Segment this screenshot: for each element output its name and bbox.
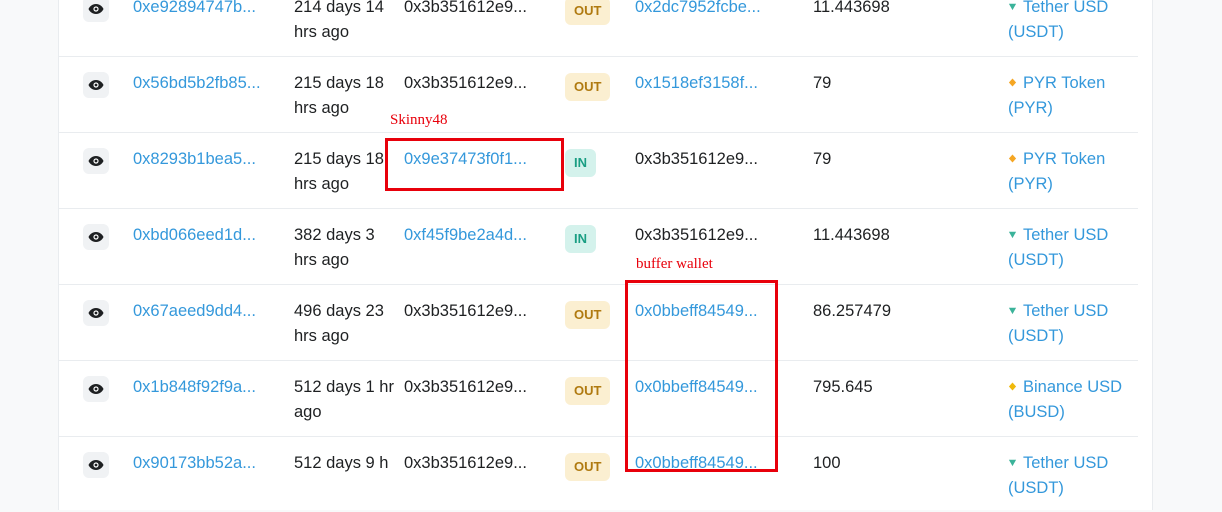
token-link[interactable]: PYR Token (PYR): [1008, 71, 1138, 121]
txn-age: 215 days 18 hrs ago: [294, 74, 384, 117]
annotation-box-buffer-wallet: [625, 280, 778, 472]
txn-hash-link[interactable]: 0x8293b1bea5...: [133, 147, 256, 172]
view-details-eye-icon[interactable]: [83, 148, 109, 174]
token-link[interactable]: Binance USD (BUSD): [1008, 375, 1138, 425]
to-address[interactable]: 0x1518ef3158f...: [635, 71, 758, 96]
from-address: 0x3b351612e9...: [404, 302, 527, 320]
pyr-icon: [1008, 154, 1017, 163]
direction-badge: OUT: [565, 0, 611, 25]
table-row: 0xe92894747b... 214 days 14 hrs ago 0x3b…: [58, 0, 1138, 57]
annotation-label-buffer-wallet: buffer wallet: [636, 256, 713, 272]
annotation-box-skinny48: [385, 138, 564, 191]
txn-age: 214 days 14 hrs ago: [294, 0, 384, 41]
from-address: 0x3b351612e9...: [404, 378, 527, 396]
table-row: 0xbd066eed1d... 382 days 3 hrs ago 0xf45…: [58, 209, 1138, 285]
tether-icon: [1008, 459, 1017, 467]
token-transfers-table: 0xe92894747b... 214 days 14 hrs ago 0x3b…: [58, 0, 1138, 512]
transfer-value: 11.443698: [813, 0, 890, 16]
txn-age: 382 days 3 hrs ago: [294, 226, 375, 269]
view-details-eye-icon[interactable]: [83, 224, 109, 250]
txn-hash-link[interactable]: 0x67aeed9dd4...: [133, 299, 256, 324]
transfer-value: 86.257479: [813, 302, 891, 320]
view-details-eye-icon[interactable]: [83, 0, 109, 22]
pyr-icon: [1008, 78, 1017, 87]
transfer-value: 79: [813, 74, 832, 92]
transfer-value: 11.443698: [813, 226, 890, 244]
txn-hash-link[interactable]: 0xe92894747b...: [133, 0, 256, 20]
annotation-label-skinny48: Skinny48: [390, 112, 448, 128]
direction-badge: OUT: [565, 453, 611, 481]
transfer-value: 100: [813, 454, 841, 472]
view-details-eye-icon[interactable]: [83, 452, 109, 478]
table-row: 0x8293b1bea5... 215 days 18 hrs ago 0x9e…: [58, 133, 1138, 209]
token-link[interactable]: Tether USD (USDT): [1008, 451, 1138, 501]
from-address: 0x3b351612e9...: [404, 74, 527, 92]
token-name: Tether USD (USDT): [1008, 302, 1109, 345]
token-link[interactable]: Tether USD (USDT): [1008, 0, 1138, 45]
view-details-eye-icon[interactable]: [83, 300, 109, 326]
token-name: PYR Token (PYR): [1008, 150, 1106, 193]
tether-icon: [1008, 231, 1017, 239]
to-address: 0x3b351612e9...: [635, 150, 758, 168]
txn-age: 215 days 18 hrs ago: [294, 150, 384, 193]
from-address[interactable]: 0xf45f9be2a4d...: [404, 223, 527, 248]
direction-badge: OUT: [565, 377, 611, 405]
token-name: Binance USD (BUSD): [1008, 378, 1123, 421]
token-link[interactable]: Tether USD (USDT): [1008, 299, 1138, 349]
to-address: 0x3b351612e9...: [635, 226, 758, 244]
token-name: Tether USD (USDT): [1008, 0, 1109, 41]
tether-icon: [1008, 307, 1017, 315]
table-row: 0x90173bb52a... 512 days 9 h 0x3b351612e…: [58, 437, 1138, 512]
view-details-eye-icon[interactable]: [83, 376, 109, 402]
token-name: Tether USD (USDT): [1008, 226, 1109, 269]
txn-hash-link[interactable]: 0x90173bb52a...: [133, 451, 256, 476]
direction-badge: IN: [565, 225, 596, 253]
transfer-value: 795.645: [813, 378, 873, 396]
token-name: PYR Token (PYR): [1008, 74, 1106, 117]
token-link[interactable]: Tether USD (USDT): [1008, 223, 1138, 273]
busd-icon: [1008, 382, 1017, 391]
txn-hash-link[interactable]: 0xbd066eed1d...: [133, 223, 256, 248]
txn-age: 496 days 23 hrs ago: [294, 302, 384, 345]
tether-icon: [1008, 3, 1017, 11]
table-row: 0x67aeed9dd4... 496 days 23 hrs ago 0x3b…: [58, 285, 1138, 361]
table-row: 0x1b848f92f9a... 512 days 1 hr ago 0x3b3…: [58, 361, 1138, 437]
from-address: 0x3b351612e9...: [404, 0, 527, 16]
table-row: 0x56bd5b2fb85... 215 days 18 hrs ago 0x3…: [58, 57, 1138, 133]
txn-age: 512 days 1 hr ago: [294, 378, 394, 421]
txn-hash-link[interactable]: 0x56bd5b2fb85...: [133, 71, 261, 96]
txn-hash-link[interactable]: 0x1b848f92f9a...: [133, 375, 256, 400]
direction-badge: OUT: [565, 73, 611, 101]
transfer-value: 79: [813, 150, 832, 168]
from-address: 0x3b351612e9...: [404, 454, 527, 472]
token-link[interactable]: PYR Token (PYR): [1008, 147, 1138, 197]
token-name: Tether USD (USDT): [1008, 454, 1109, 497]
txn-age: 512 days 9 h: [294, 454, 389, 472]
direction-badge: OUT: [565, 301, 611, 329]
direction-badge: IN: [565, 149, 596, 177]
view-details-eye-icon[interactable]: [83, 72, 109, 98]
to-address[interactable]: 0x2dc7952fcbe...: [635, 0, 761, 20]
